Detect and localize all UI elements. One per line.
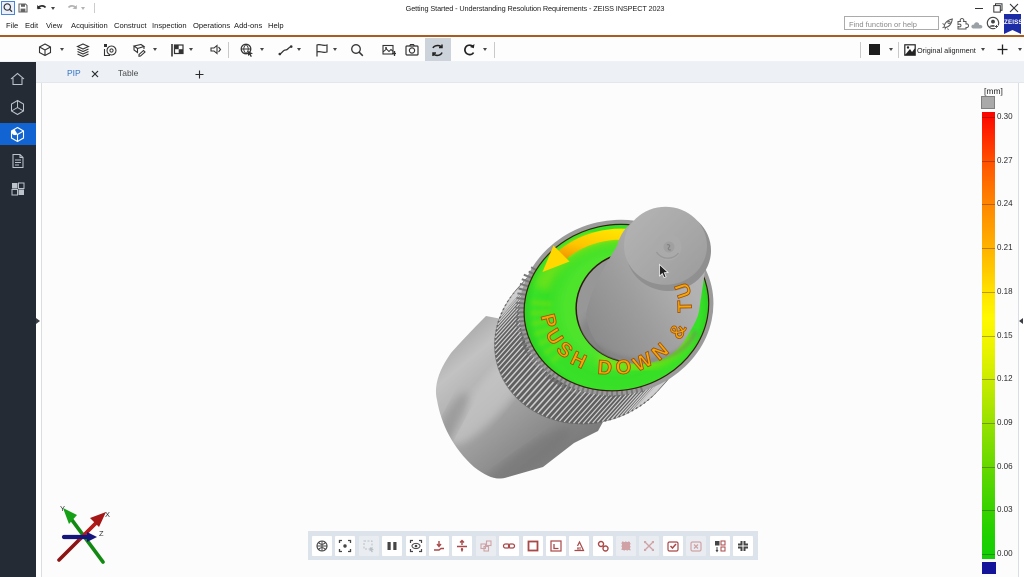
svg-text:X: X bbox=[105, 510, 110, 519]
svg-text:Z: Z bbox=[99, 529, 104, 538]
svg-text:Y: Y bbox=[60, 504, 65, 513]
